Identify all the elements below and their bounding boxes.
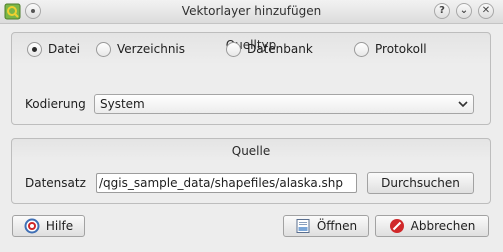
title-bar: Vektorlayer hinzufügen ? ⌄ ✕ <box>0 0 503 24</box>
source-group: Quelle <box>11 138 491 204</box>
radio-protocol[interactable]: Protokoll <box>354 41 427 57</box>
help-icon <box>24 218 40 234</box>
document-open-icon <box>296 219 310 233</box>
encoding-value: System <box>100 97 145 111</box>
help-button-label: Hilfe <box>45 219 74 233</box>
radio-directory[interactable]: Verzeichnis <box>96 41 185 57</box>
browse-button[interactable]: Durchsuchen <box>367 172 474 194</box>
cancel-icon <box>389 219 404 233</box>
radio-file-label: Datei <box>48 42 81 56</box>
radio-file[interactable]: Datei <box>27 41 80 57</box>
radio-checked-icon <box>27 41 42 57</box>
encoding-label: Kodierung <box>25 97 86 111</box>
chevron-down-icon <box>458 101 468 108</box>
window-title: Vektorlayer hinzufügen <box>181 4 322 18</box>
radio-database[interactable]: Datenbank <box>226 41 313 57</box>
cancel-button-label: Abbrechen <box>410 219 476 233</box>
radio-unchecked-icon <box>96 41 111 57</box>
minimize-button[interactable]: ⌄ <box>456 3 472 19</box>
radio-unchecked-icon <box>354 41 369 57</box>
cancel-button[interactable]: Abbrechen <box>375 215 489 237</box>
help-window-button[interactable]: ? <box>434 3 450 19</box>
browse-button-label: Durchsuchen <box>381 176 460 190</box>
encoding-select[interactable]: System <box>94 94 474 114</box>
radio-directory-label: Verzeichnis <box>117 42 186 56</box>
radio-database-label: Datenbank <box>247 42 313 56</box>
source-title: Quelle <box>231 144 271 158</box>
help-button[interactable]: Hilfe <box>12 215 85 237</box>
open-button-label: Öffnen <box>316 219 358 233</box>
dataset-label: Datensatz <box>25 176 86 190</box>
close-button[interactable]: ✕ <box>478 3 494 19</box>
dataset-path-input[interactable]: /qgis_sample_data/shapefiles/alaska.shp <box>96 173 357 193</box>
radio-protocol-label: Protokoll <box>375 42 427 56</box>
radio-unchecked-icon <box>226 41 241 57</box>
open-button[interactable]: Öffnen <box>283 215 369 237</box>
